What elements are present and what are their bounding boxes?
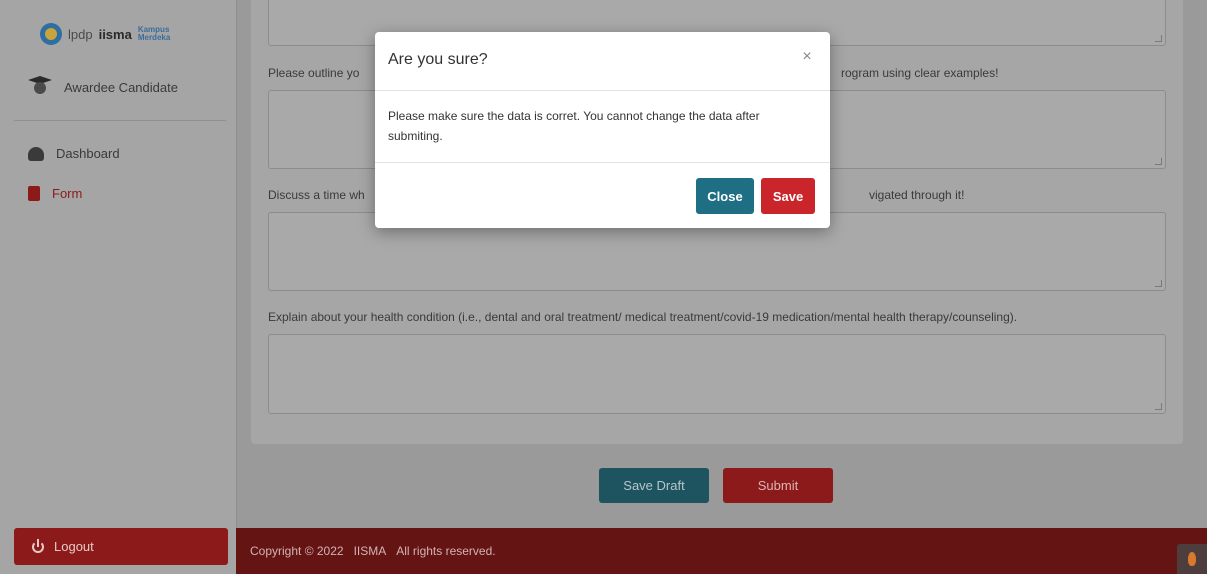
app-root: lpdp iisma Kampus Merdeka Awardee Candid…	[0, 0, 1207, 574]
sidebar-divider	[14, 120, 226, 121]
question-label-health: Explain about your health condition (i.e…	[268, 310, 1018, 324]
dialog-save-button[interactable]: Save	[761, 178, 815, 214]
logout-button[interactable]: Logout	[14, 528, 228, 565]
question-label-discuss-end: vigated through it!	[869, 188, 965, 202]
fire-icon[interactable]	[1177, 544, 1207, 574]
logout-label: Logout	[54, 539, 94, 554]
close-icon[interactable]: ×	[798, 48, 816, 66]
lpdp-logo: lpdp	[68, 26, 93, 42]
dialog-title: Are you sure?	[388, 51, 488, 68]
form-actions: Save Draft Submit	[599, 468, 833, 503]
answer-textarea-health[interactable]	[268, 334, 1166, 414]
confirm-dialog: Are you sure? × Please make sure the dat…	[375, 32, 830, 228]
kampus-merdeka-logo: Kampus Merdeka	[137, 25, 171, 42]
user-role-label: Awardee Candidate	[64, 79, 178, 95]
sidebar-item-dashboard[interactable]: Dashboard	[28, 146, 120, 161]
save-draft-button[interactable]: Save Draft	[599, 468, 709, 503]
graduate-icon	[28, 76, 52, 98]
submit-button[interactable]: Submit	[723, 468, 833, 503]
sidebar-item-label: Dashboard	[56, 146, 120, 161]
question-label-outline-end: rogram using clear examples!	[841, 66, 999, 80]
clipboard-icon	[28, 186, 40, 201]
sidebar: lpdp iisma Kampus Merdeka Awardee Candid…	[0, 0, 237, 574]
footer-brand: IISMA	[353, 544, 387, 558]
tachometer-icon	[28, 146, 44, 161]
footer-copyright: Copyright © 2022	[250, 544, 344, 558]
logo-bar: lpdp iisma Kampus Merdeka	[40, 22, 170, 46]
footer-rights: All rights reserved.	[396, 544, 496, 558]
sidebar-item-form[interactable]: Form	[28, 186, 82, 201]
dialog-footer: Close Save	[375, 163, 830, 227]
dialog-close-button[interactable]: Close	[696, 178, 754, 214]
question-label-discuss-start: Discuss a time wh	[268, 188, 365, 202]
iisma-logo: iisma	[98, 26, 132, 42]
dialog-message: Please make sure the data is corret. You…	[375, 91, 830, 163]
power-icon	[32, 538, 44, 553]
sidebar-item-label: Form	[52, 186, 83, 201]
question-label-outline-start: Please outline yo	[268, 66, 360, 80]
dialog-header: Are you sure? ×	[375, 32, 830, 91]
kemendikbud-logo-icon	[40, 23, 62, 45]
user-profile: Awardee Candidate	[28, 76, 178, 98]
footer: Copyright © 2022 IISMA All rights reserv…	[236, 528, 1207, 574]
